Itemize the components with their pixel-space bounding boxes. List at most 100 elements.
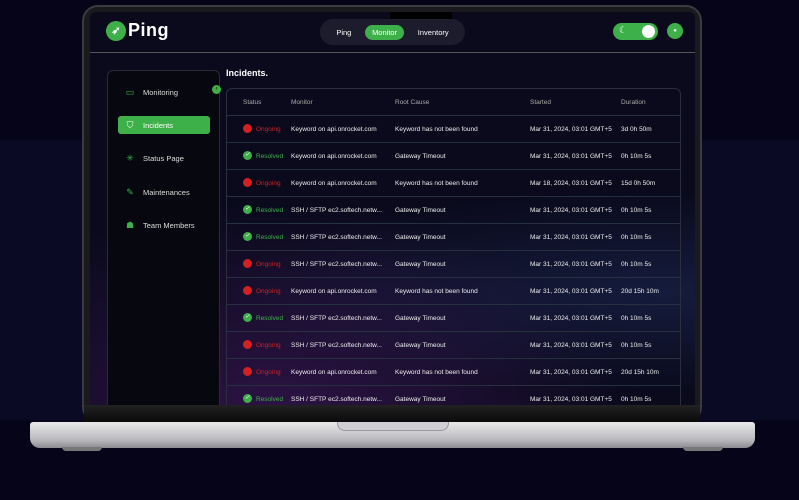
sidebar-item-label: Incidents: [143, 120, 174, 130]
status-label: Ongoing: [256, 261, 281, 268]
sidebar-item-label: Team Members: [143, 220, 195, 230]
started-cell: Mar 31, 2024, 03:01 GMT+5: [530, 369, 612, 376]
duration-cell: 0h 10m 5s: [621, 207, 652, 214]
duration-cell: 0h 10m 5s: [621, 342, 652, 349]
monitor-cell[interactable]: Keyword on api.onrocket.com: [291, 126, 377, 133]
check-circle-icon: ✓: [243, 232, 252, 241]
check-circle-icon: ✓: [243, 313, 252, 322]
sidebar-item-label: Monitoring: [143, 87, 179, 97]
monitor-cell[interactable]: Keyword on api.onrocket.com: [291, 153, 377, 160]
table-row[interactable]: ✓ Resolved SSH / SFTP ec2.softech.netw..…: [227, 305, 680, 332]
header-root-cause: Root Cause: [395, 99, 430, 106]
started-cell: Mar 31, 2024, 03:01 GMT+5: [530, 396, 612, 403]
sidebar-item-label: Maintenances: [143, 187, 190, 197]
sidebar-item-status-page[interactable]: ✳ Status Page: [118, 149, 210, 167]
check-circle-icon: ✓: [243, 205, 252, 214]
sidebar-item-maintenances[interactable]: ✎ Maintenances: [118, 183, 210, 201]
table-row[interactable]: ✓ Resolved SSH / SFTP ec2.softech.netw..…: [227, 197, 680, 224]
monitor-cell[interactable]: SSH / SFTP ec2.softech.netw...: [291, 315, 382, 322]
logo-text: Ping: [128, 20, 169, 40]
table-row[interactable]: ✓ Resolved SSH / SFTP ec2.softech.netw..…: [227, 224, 680, 251]
status-label: Resolved: [256, 234, 284, 241]
duration-cell: 0h 10m 5s: [621, 234, 652, 241]
table-row[interactable]: ✓ Resolved Keyword on api.onrocket.com G…: [227, 143, 680, 170]
screen-bottom-bezel: [84, 405, 700, 422]
rocket-logo-icon: ➶: [106, 20, 126, 41]
wrench-icon: ✎: [126, 186, 134, 197]
ongoing-dot-icon: [243, 367, 252, 376]
moon-icon: ☾: [619, 25, 628, 35]
status-label: Resolved: [256, 207, 284, 214]
root-cause-cell: Keyword has not been found: [395, 126, 478, 133]
sidebar-item-monitoring[interactable]: ▭ Monitoring: [118, 83, 210, 101]
root-cause-cell: Keyword has not been found: [395, 369, 478, 376]
nav-ping[interactable]: Ping: [329, 25, 358, 40]
duration-cell: 20d 15h 10m: [621, 288, 659, 295]
header-duration: Duration: [621, 99, 646, 106]
ongoing-dot-icon: [243, 178, 252, 187]
duration-cell: 0h 10m 5s: [621, 261, 652, 268]
incidents-table: Status Monitor Root Cause Started Durati…: [226, 88, 681, 405]
collapse-sidebar-icon[interactable]: ‹: [212, 85, 221, 94]
nav-inventory[interactable]: Inventory: [411, 25, 456, 40]
logo[interactable]: ➶ Ping: [106, 20, 169, 41]
laptop-screen: ➶ Ping Ping Monitor Inventory ☾ ● ‹ ▭ Mon…: [90, 12, 695, 405]
root-cause-cell: Gateway Timeout: [395, 342, 446, 349]
ongoing-dot-icon: [243, 124, 252, 133]
ongoing-dot-icon: [243, 259, 252, 268]
table-row[interactable]: Ongoing Keyword on api.onrocket.com Keyw…: [227, 116, 680, 143]
started-cell: Mar 31, 2024, 03:01 GMT+5: [530, 153, 612, 160]
check-circle-icon: ✓: [243, 394, 252, 403]
status-label: Resolved: [256, 315, 284, 322]
status-label: Ongoing: [256, 288, 281, 295]
duration-cell: 0h 10m 5s: [621, 396, 652, 403]
table-row[interactable]: Ongoing Keyword on api.onrocket.com Keyw…: [227, 170, 680, 197]
laptop-opening-groove: [337, 422, 449, 431]
status-label: Ongoing: [256, 342, 281, 349]
root-cause-cell: Gateway Timeout: [395, 234, 446, 241]
started-cell: Mar 18, 2024, 03:01 GMT+5: [530, 180, 612, 187]
page-title: Incidents.: [226, 68, 269, 78]
sidebar-item-team-members[interactable]: ☗ Team Members: [118, 216, 210, 234]
monitor-cell[interactable]: Keyword on api.onrocket.com: [291, 180, 377, 187]
laptop-foot: [683, 447, 723, 451]
avatar[interactable]: ●: [667, 23, 683, 39]
monitor-cell[interactable]: SSH / SFTP ec2.softech.netw...: [291, 207, 382, 214]
table-row[interactable]: Ongoing SSH / SFTP ec2.softech.netw... G…: [227, 332, 680, 359]
monitor-cell[interactable]: SSH / SFTP ec2.softech.netw...: [291, 396, 382, 403]
ongoing-dot-icon: [243, 340, 252, 349]
header-divider: [90, 52, 695, 53]
monitor-cell[interactable]: SSH / SFTP ec2.softech.netw...: [291, 342, 382, 349]
duration-cell: 0h 10m 5s: [621, 153, 652, 160]
status-label: Ongoing: [256, 180, 281, 187]
root-cause-cell: Gateway Timeout: [395, 396, 446, 403]
table-row[interactable]: Ongoing Keyword on api.onrocket.com Keyw…: [227, 278, 680, 305]
started-cell: Mar 31, 2024, 03:01 GMT+5: [530, 342, 612, 349]
status-label: Ongoing: [256, 126, 281, 133]
started-cell: Mar 31, 2024, 03:01 GMT+5: [530, 126, 612, 133]
started-cell: Mar 31, 2024, 03:01 GMT+5: [530, 315, 612, 322]
duration-cell: 20d 15h 10m: [621, 369, 659, 376]
table-row[interactable]: ✓ Resolved SSH / SFTP ec2.softech.netw..…: [227, 386, 680, 405]
sidebar-item-label: Status Page: [143, 153, 184, 163]
header-monitor: Monitor: [291, 99, 313, 106]
laptop-foot: [62, 447, 102, 451]
status-label: Ongoing: [256, 369, 281, 376]
monitor-cell[interactable]: Keyword on api.onrocket.com: [291, 288, 377, 295]
nav-monitor[interactable]: Monitor: [365, 24, 405, 40]
sidebar-item-incidents[interactable]: ⛉ Incidents: [118, 116, 210, 134]
status-icon: ✳: [126, 152, 134, 163]
table-row[interactable]: Ongoing Keyword on api.onrocket.com Keyw…: [227, 359, 680, 386]
started-cell: Mar 31, 2024, 03:01 GMT+5: [530, 234, 612, 241]
root-cause-cell: Gateway Timeout: [395, 261, 446, 268]
monitor-cell[interactable]: SSH / SFTP ec2.softech.netw...: [291, 234, 382, 241]
theme-toggle[interactable]: ☾: [613, 23, 658, 40]
status-label: Resolved: [256, 153, 284, 160]
duration-cell: 3d 0h 50m: [621, 126, 652, 133]
top-nav: Ping Monitor Inventory: [320, 19, 465, 45]
monitor-icon: ▭: [125, 86, 135, 97]
duration-cell: 15d 0h 50m: [621, 180, 656, 187]
table-row[interactable]: Ongoing SSH / SFTP ec2.softech.netw... G…: [227, 251, 680, 278]
monitor-cell[interactable]: SSH / SFTP ec2.softech.netw...: [291, 261, 382, 268]
monitor-cell[interactable]: Keyword on api.onrocket.com: [291, 369, 377, 376]
